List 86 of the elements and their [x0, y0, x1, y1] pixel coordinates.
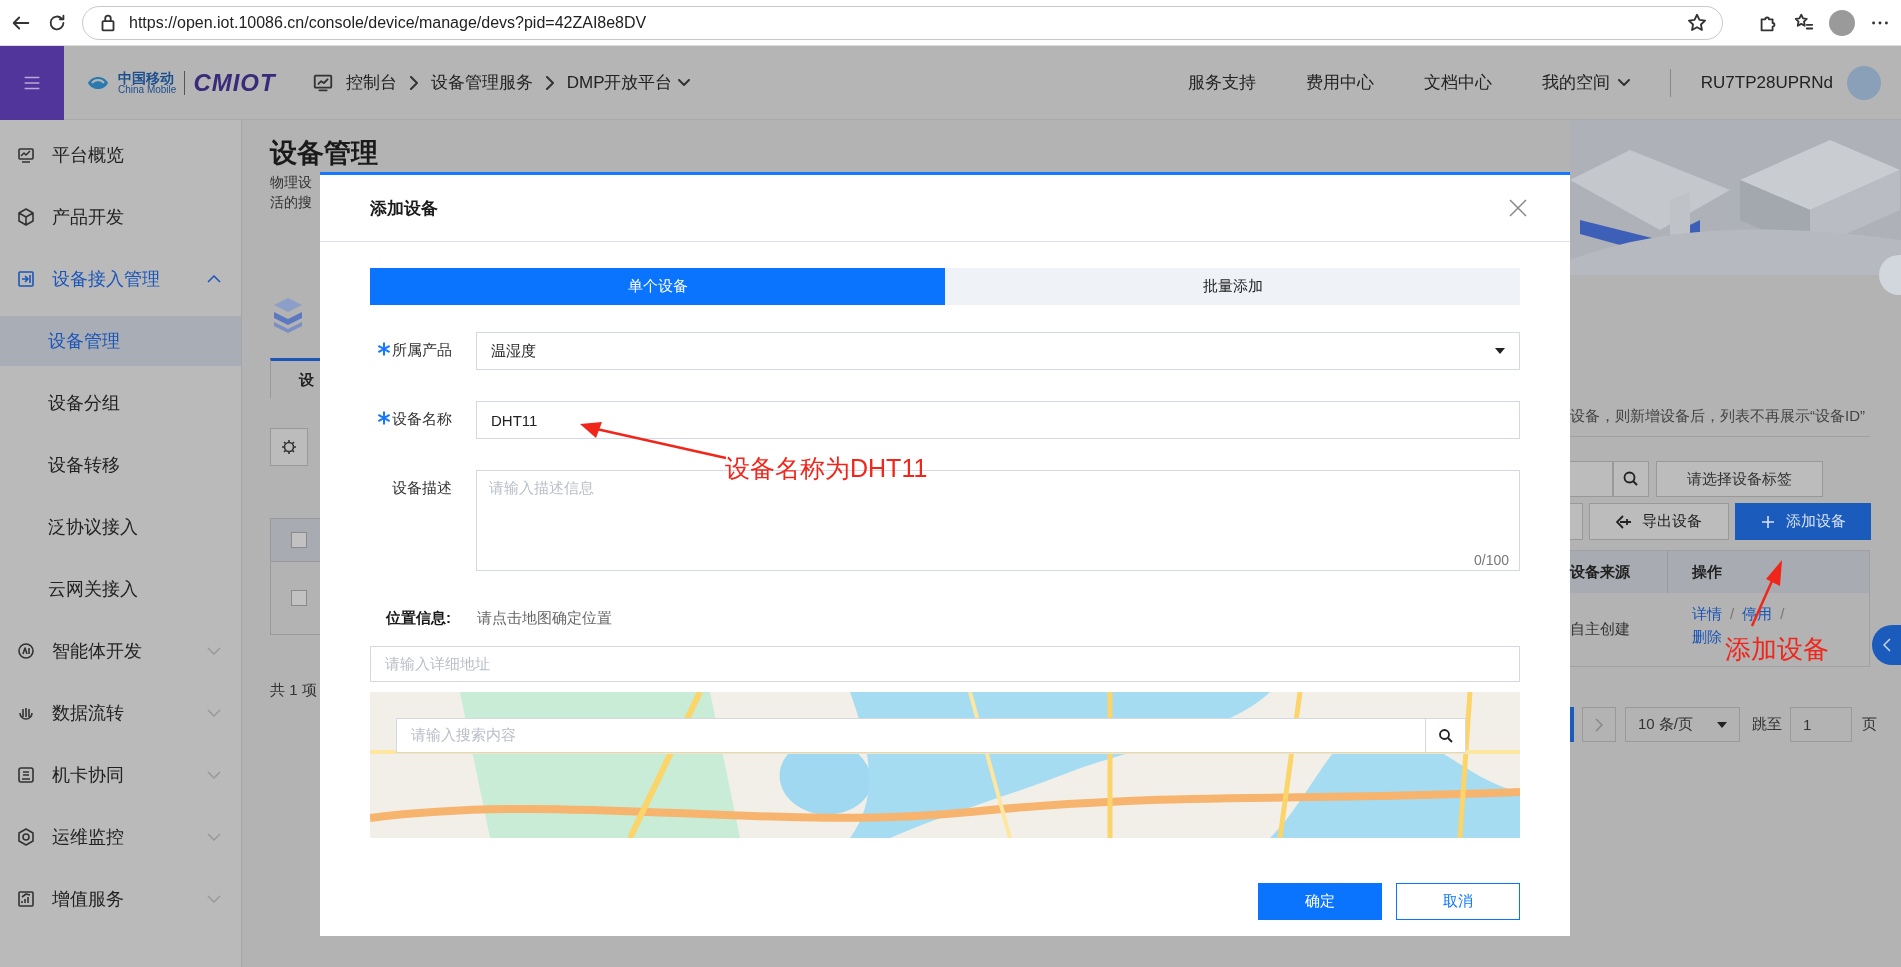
search-icon	[1623, 471, 1639, 487]
nav-link[interactable]: 文档中心	[1423, 71, 1492, 94]
plus-icon	[1760, 513, 1776, 530]
breadcrumb-link[interactable]: 设备管理服务	[430, 71, 533, 94]
sidebar-subitem[interactable]: 泛协议接入	[0, 496, 241, 558]
nav-link[interactable]: 我的空间	[1541, 71, 1630, 94]
chevron-right-icon	[1594, 717, 1604, 732]
location-hint: 请点击地图确定位置	[477, 609, 612, 628]
page-input[interactable]: 1	[1790, 707, 1852, 742]
chevron-left-icon	[1882, 638, 1892, 652]
placeholder-text: 请输入描述信息	[489, 479, 594, 496]
sidebar-item[interactable]: 运维监控	[0, 806, 241, 868]
checkbox[interactable]	[291, 590, 307, 606]
column-header: 设备来源	[1570, 551, 1668, 593]
chevron-right-icon	[408, 75, 419, 90]
chart-icon	[16, 889, 36, 909]
sidebar-item[interactable]: 数据流转	[0, 682, 241, 744]
settings-icon	[281, 439, 297, 455]
enter-icon	[16, 269, 36, 289]
collapse-tab[interactable]	[1872, 625, 1901, 665]
checkbox[interactable]	[291, 532, 307, 548]
table-cell-text: 自主创建	[1570, 619, 1631, 639]
char-counter: 0/100	[1473, 552, 1509, 568]
sidebar-subitem[interactable]: 设备转移	[0, 434, 241, 496]
sidebar-item[interactable]: 平台概览	[0, 124, 241, 186]
page-title: 设备管理	[268, 137, 379, 170]
chip-icon	[16, 765, 36, 785]
product-select[interactable]: 温湿度	[476, 332, 1520, 370]
ai-icon	[16, 641, 36, 661]
field-label: 设备描述	[392, 479, 452, 498]
username[interactable]: RU7TP28UPRNd	[1700, 72, 1833, 93]
sidebar-item[interactable]: 机卡协同	[0, 744, 241, 806]
sidebar-subitem[interactable]: 云网关接入	[0, 558, 241, 620]
caret-icon	[1495, 348, 1505, 354]
brand-logo: CMIOT	[193, 68, 276, 97]
settings-button[interactable]	[270, 428, 308, 466]
asterisk-icon	[376, 341, 392, 357]
chart-icon	[16, 145, 36, 165]
hexagon-icon	[16, 827, 36, 847]
add-device-button[interactable]: 添加设备	[1735, 503, 1871, 540]
search-button[interactable]	[1613, 461, 1649, 497]
sidebar-item[interactable]: 设备接入管理	[0, 248, 241, 310]
address-bar[interactable]: https://open.iot.10086.cn/console/device/manage/devs?pid=42ZAI8e8DV	[82, 5, 1723, 40]
star-icon[interactable]	[1686, 11, 1708, 34]
chevron-right-icon	[544, 75, 555, 90]
column-header: 操作	[1691, 561, 1722, 582]
menu-button[interactable]	[0, 45, 64, 120]
sidebar-subitem[interactable]: 设备分组	[0, 372, 241, 434]
page-suffix: 页	[1862, 715, 1877, 734]
close-icon[interactable]	[1508, 198, 1528, 218]
annotation-text: 添加设备	[1725, 633, 1829, 666]
logo-text: 中国移动	[118, 70, 174, 85]
field-label: 所属产品	[392, 341, 452, 360]
export-icon	[1616, 513, 1632, 530]
sidebar-item[interactable]: 智能体开发	[0, 620, 241, 682]
breadcrumb-link[interactable]: DMP开放平台	[566, 71, 691, 94]
page-description: 物理设	[270, 173, 313, 192]
tag-select[interactable]: 请选择设备标签	[1656, 461, 1823, 497]
logo-subtext: China Mobile	[118, 84, 177, 95]
dialog-title: 添加设备	[370, 197, 438, 220]
sidebar-item[interactable]: 产品开发	[0, 186, 241, 248]
notice-text: 设备，则新增设备后，列表不再展示“设备ID”	[1570, 407, 1870, 437]
separator-text: /	[1730, 605, 1735, 624]
nav-link[interactable]: 服务支持	[1187, 71, 1256, 94]
page-size-select[interactable]: 10 条/页	[1625, 707, 1740, 742]
field-label: 设备名称	[392, 410, 452, 429]
sidebar-item[interactable]: 增值服务	[0, 868, 241, 930]
confirm-button[interactable]: 确定	[1258, 883, 1382, 920]
total-count: 共 1 项	[270, 681, 318, 700]
search-icon	[1437, 727, 1454, 744]
location-label: 位置信息:	[386, 609, 451, 628]
separator-text: /	[1780, 605, 1785, 624]
export-button[interactable]: 导出设备	[1589, 503, 1729, 540]
profile-avatar[interactable]	[1829, 9, 1855, 36]
input-field[interactable]: DHT11	[476, 401, 1520, 439]
tab[interactable]: 单个设备	[370, 268, 945, 305]
nav-link[interactable]: 费用中心	[1305, 71, 1374, 94]
cube-icon	[16, 207, 36, 227]
asterisk-icon	[376, 410, 392, 426]
caret-icon	[1717, 721, 1727, 728]
breadcrumb-link[interactable]: 控制台	[345, 71, 397, 94]
cancel-button[interactable]: 取消	[1396, 883, 1520, 920]
search-field[interactable]	[1570, 461, 1613, 497]
jump-label: 跳至	[1752, 715, 1782, 734]
page-description: 活的搜	[270, 193, 313, 212]
tab[interactable]: 批量添加	[945, 268, 1520, 305]
